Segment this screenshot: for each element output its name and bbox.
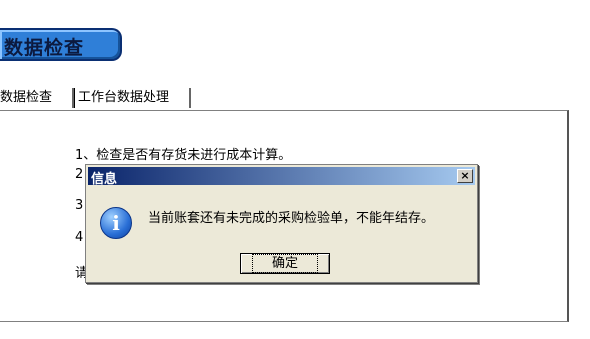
tab-workbench-data[interactable]: 工作台数据处理 [74, 88, 191, 108]
page-title: 数据检查 [4, 37, 85, 59]
check-item-1: 1、检查是否有存货未进行成本计算。 [75, 148, 292, 163]
dialog-title: 信息 [91, 172, 118, 187]
dialog-message: 当前账套还有未完成的采购检验单，不能年结存。 [148, 211, 435, 226]
tab-data-check[interactable]: 数据检查 [0, 88, 74, 108]
ok-button-label: 确定 [251, 254, 319, 273]
check-item-3: 3 [75, 198, 84, 213]
close-icon[interactable]: × [457, 169, 473, 183]
check-item-2: 2 [75, 167, 84, 182]
dialog-titlebar[interactable]: 信息 × [88, 167, 475, 187]
tab-bar: 数据检查 工作台数据处理 [0, 88, 300, 110]
check-item-4: 4 [75, 230, 84, 245]
ok-button[interactable]: 确定 [240, 253, 330, 274]
info-dialog: 信息 × i 当前账套还有未完成的采购检验单，不能年结存。 确定 [85, 164, 478, 283]
page-title-badge: 数据检查 [0, 28, 122, 61]
info-icon: i [100, 207, 132, 239]
